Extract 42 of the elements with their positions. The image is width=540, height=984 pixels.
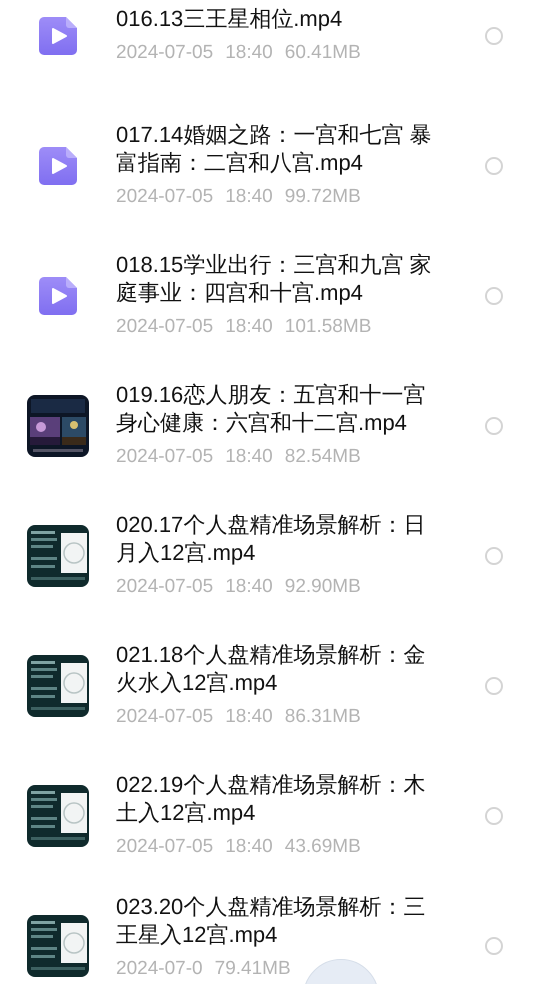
file-date: 2024-07-05 xyxy=(116,575,214,599)
file-size: 92.90MB xyxy=(284,575,361,599)
file-size: 99.72MB xyxy=(284,185,361,209)
file-time: 18:40 xyxy=(225,41,273,65)
file-name: 019.16恋人朋友：五宫和十一宫身心健康：六宫和十二宫.mp4 xyxy=(116,381,426,437)
file-date: 2024-07-05 xyxy=(116,41,214,65)
file-name: 023.20个人盘精准场景解析：三王星入12宫.mp4 xyxy=(116,893,426,949)
file-size: 79.41MB xyxy=(214,957,291,981)
file-date: 2024-07-05 xyxy=(116,445,214,469)
file-time: 18:40 xyxy=(225,315,273,339)
video-file-icon xyxy=(39,17,77,55)
file-size: 101.58MB xyxy=(284,315,372,339)
file-name: 021.18个人盘精准场景解析：金火水入12宫.mp4 xyxy=(116,641,426,697)
file-size: 43.69MB xyxy=(284,835,361,859)
select-radio[interactable] xyxy=(485,27,503,45)
file-date: 2024-07-05 xyxy=(116,705,214,729)
file-size: 82.54MB xyxy=(284,445,361,469)
file-name: 017.14婚姻之路：一宫和七宫 暴富指南：二宫和八宫.mp4 xyxy=(116,121,432,177)
file-size: 60.41MB xyxy=(284,41,361,65)
file-date: 2024-07-05 xyxy=(116,835,214,859)
file-time: 18:40 xyxy=(225,705,273,729)
file-time: 18:40 xyxy=(225,575,273,599)
file-size: 86.31MB xyxy=(284,705,361,729)
file-name: 020.17个人盘精准场景解析：日月入12宫.mp4 xyxy=(116,511,426,567)
file-name: 018.15学业出行：三宫和九宫 家庭事业：四宫和十宫.mp4 xyxy=(116,251,432,307)
file-name: 016.13三王星相位.mp4 xyxy=(116,5,344,33)
file-date: 2024-07-05 xyxy=(116,185,214,209)
file-name: 022.19个人盘精准场景解析：木土入12宫.mp4 xyxy=(116,771,426,827)
file-time: 18:40 xyxy=(225,185,273,209)
video-file-icon xyxy=(39,277,77,315)
file-date: 2024-07-0 xyxy=(116,957,203,981)
select-radio[interactable] xyxy=(485,677,503,695)
select-radio[interactable] xyxy=(485,417,503,435)
select-radio[interactable] xyxy=(485,807,503,825)
file-date: 2024-07-05 xyxy=(116,315,214,339)
file-time: 18:40 xyxy=(225,445,273,469)
video-file-icon xyxy=(39,147,77,185)
file-time: 18:40 xyxy=(225,835,273,859)
select-radio[interactable] xyxy=(485,937,503,955)
select-radio[interactable] xyxy=(485,547,503,565)
select-radio[interactable] xyxy=(485,157,503,175)
select-radio[interactable] xyxy=(485,287,503,305)
